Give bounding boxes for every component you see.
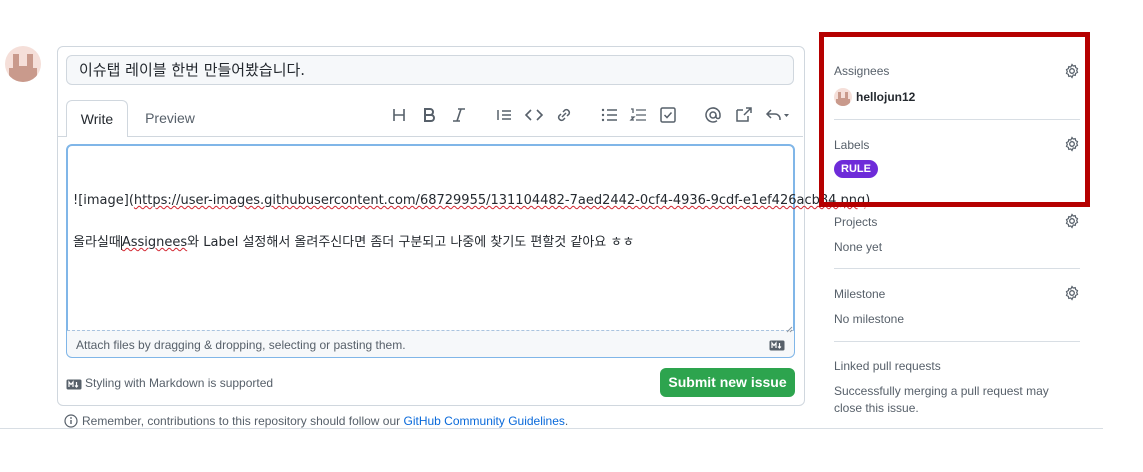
submit-new-issue-button[interactable]: Submit new issue <box>660 368 795 397</box>
resize-handle-icon[interactable] <box>786 320 793 333</box>
image-url: https://user-images.githubusercontent.co… <box>133 193 866 208</box>
markdown-support-link[interactable]: Styling with Markdown is supported <box>85 376 273 390</box>
milestone-heading[interactable]: Milestone <box>834 287 885 301</box>
sidebar-divider <box>834 268 1080 269</box>
bold-icon[interactable] <box>418 104 440 126</box>
tab-write[interactable]: Write <box>66 100 128 137</box>
tab-divider <box>57 136 66 137</box>
quote-icon[interactable] <box>493 104 515 126</box>
issue-title-input[interactable]: 이슈탭 레이블 한번 만들어봤습니다. <box>66 55 794 85</box>
bulleted-list-icon[interactable] <box>598 104 620 126</box>
info-icon <box>64 414 78 428</box>
numbered-list-icon[interactable] <box>627 104 649 126</box>
gear-icon[interactable] <box>1064 285 1080 301</box>
page-divider <box>0 428 1103 429</box>
cross-reference-icon[interactable] <box>732 104 754 126</box>
italic-icon[interactable] <box>448 104 470 126</box>
comment-body-textarea[interactable] <box>66 144 795 358</box>
link-icon[interactable] <box>553 104 575 126</box>
contribution-notice: Remember, contributions to this reposito… <box>82 414 569 428</box>
projects-value: None yet <box>834 240 883 254</box>
task-list-icon[interactable] <box>657 104 679 126</box>
tab-preview[interactable]: Preview <box>136 100 204 137</box>
linked-pull-requests-value: Successfully merging a pull request may … <box>834 384 1049 415</box>
linked-pull-requests-heading: Linked pull requests <box>834 359 941 373</box>
milestone-value: No milestone <box>834 312 905 326</box>
markdown-icon <box>769 338 785 351</box>
body-text-line: 올라실때Assignees와 Label 설정해서 올려주신다면 좀더 구분되고… <box>73 235 635 250</box>
body-image-markdown: ![image](https://user-images.githubuserc… <box>73 193 871 208</box>
code-icon[interactable] <box>523 104 545 126</box>
author-avatar[interactable] <box>5 46 41 82</box>
tab-divider <box>128 136 803 137</box>
projects-heading[interactable]: Projects <box>834 215 877 229</box>
reply-icon[interactable] <box>763 104 791 126</box>
markdown-icon <box>66 377 82 390</box>
mention-icon[interactable] <box>702 104 724 126</box>
attach-hint: Attach files by dragging & dropping, sel… <box>76 338 406 352</box>
community-guidelines-link[interactable]: GitHub Community Guidelines <box>404 414 565 428</box>
gear-icon[interactable] <box>1064 213 1080 229</box>
heading-icon[interactable] <box>388 104 410 126</box>
sidebar-divider <box>834 341 1080 342</box>
highlight-box <box>819 32 1090 207</box>
